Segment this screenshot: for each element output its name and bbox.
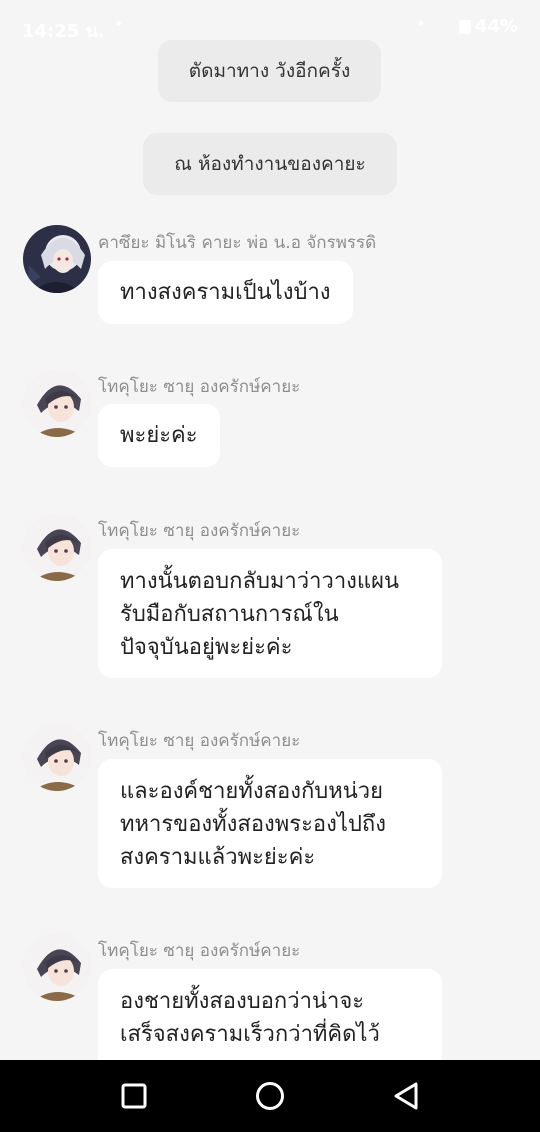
- narration-bubble: ตัดมาทาง วังอีกครั้ง: [158, 40, 381, 102]
- avatar[interactable]: [23, 369, 91, 437]
- message-bubble[interactable]: ทางสงครามเป็นไงบ้าง: [98, 261, 353, 324]
- battery-icon: [458, 19, 471, 34]
- avatar[interactable]: [23, 513, 91, 581]
- navigation-bar: [0, 1060, 540, 1132]
- sender-name: คาซึยะ มิโนริ คายะ พ่อ น.อ จักรพรรดิ: [98, 233, 377, 253]
- message-line: รับมือกับสถานการณ์ใน: [120, 602, 339, 627]
- square-icon[interactable]: [116, 1078, 152, 1114]
- message-line: เสร็จสงครามเร็วกว่าที่คิดไว้: [120, 1022, 380, 1047]
- status-time: 14:25 น.: [22, 21, 105, 42]
- message-line: องชายทั้งสองบอกว่าน่าจะ: [120, 989, 365, 1014]
- sender-name: โทคุโยะ ซายุ องครักษ์คายะ: [98, 941, 301, 961]
- signal-dot-icon: •: [416, 14, 426, 33]
- notification-dot-icon: •: [114, 14, 124, 33]
- circle-icon[interactable]: [252, 1078, 288, 1114]
- message-line: สงครามแล้วพะย่ะค่ะ: [120, 845, 316, 870]
- message-line: และองค์ชายทั้งสองกับหน่วย: [120, 779, 384, 804]
- avatar[interactable]: [23, 933, 91, 1001]
- message-bubble[interactable]: และองค์ชายทั้งสองกับหน่วย ทหารของทั้งสอง…: [98, 759, 442, 888]
- message-bubble[interactable]: พะย่ะค่ะ: [98, 404, 220, 467]
- battery-status: 44%: [458, 16, 518, 37]
- battery-percent: 44%: [474, 16, 518, 37]
- message-line: ปัจจุบันอยู่พะย่ะค่ะ: [120, 635, 293, 660]
- avatar[interactable]: [23, 723, 91, 791]
- message-line: ทหารของทั้งสองพระองไปถึง: [120, 812, 386, 837]
- narration-bubble: ณ ห้องทำงานของคายะ: [143, 133, 397, 195]
- sender-name: โทคุโยะ ซายุ องครักษ์คายะ: [98, 377, 301, 397]
- message-line: ทางนั้นตอบกลับมาว่าวางแผน: [120, 569, 400, 594]
- sender-name: โทคุโยะ ซายุ องครักษ์คายะ: [98, 731, 301, 751]
- triangle-back-icon[interactable]: [388, 1078, 424, 1114]
- avatar[interactable]: [23, 225, 91, 293]
- message-bubble[interactable]: ทางนั้นตอบกลับมาว่าวางแผน รับมือกับสถานก…: [98, 549, 442, 678]
- sender-name: โทคุโยะ ซายุ องครักษ์คายะ: [98, 521, 301, 541]
